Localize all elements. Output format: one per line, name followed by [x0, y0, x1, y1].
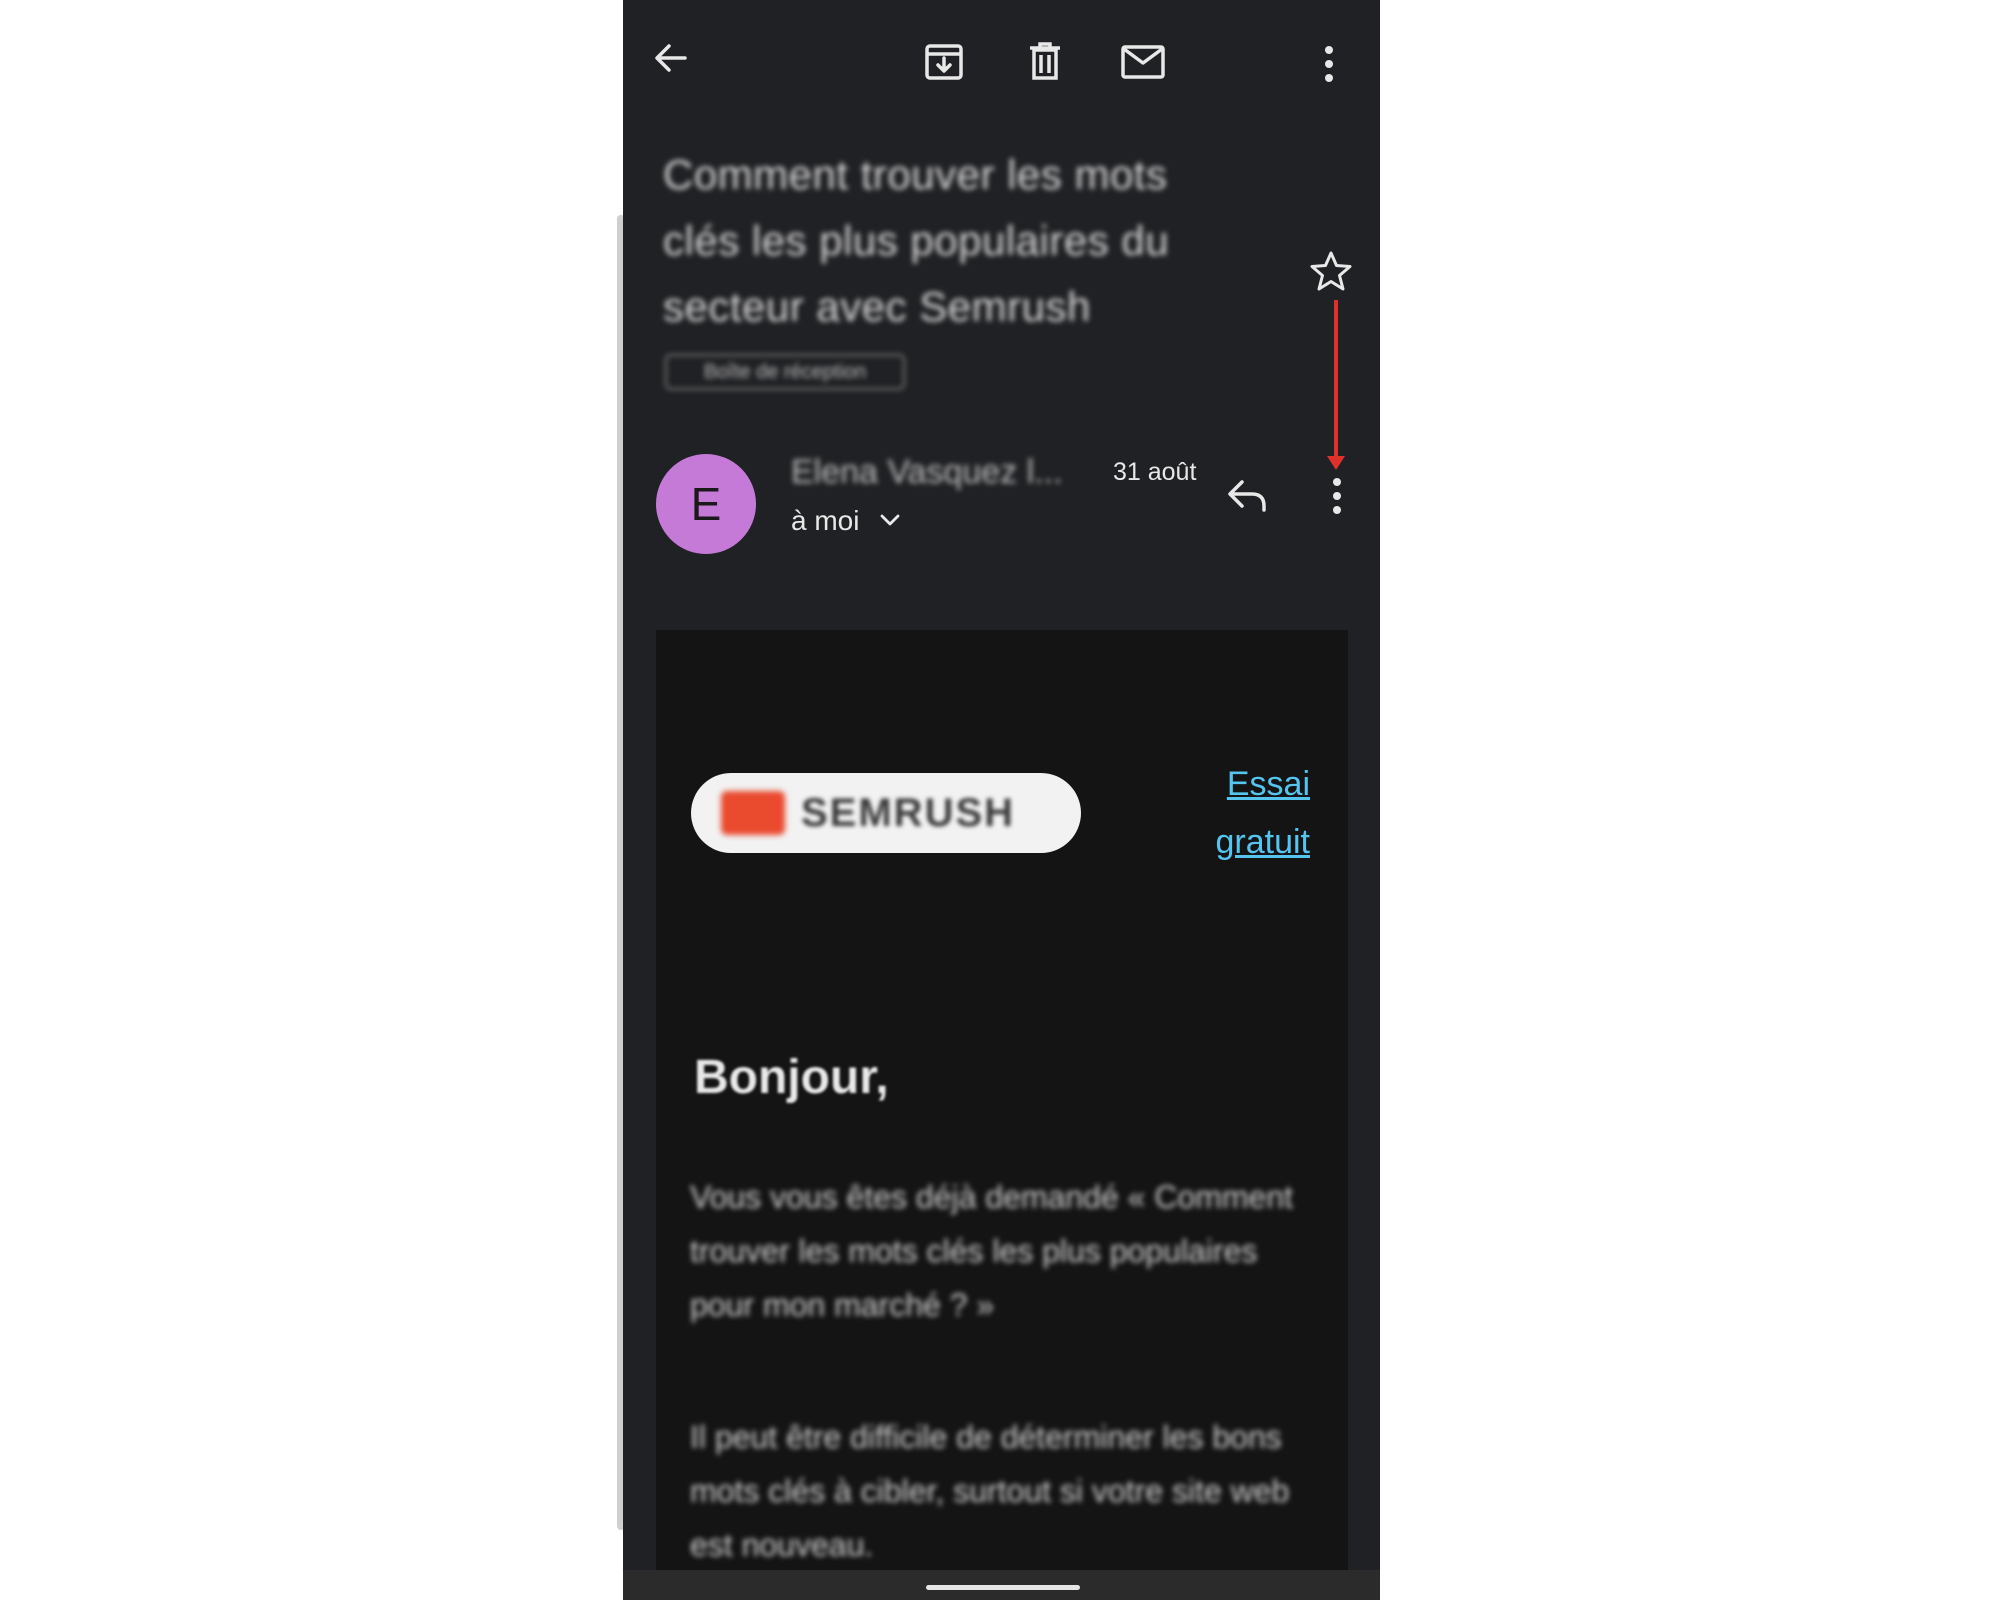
semrush-logo-icon: [721, 791, 785, 835]
mail-icon: [1121, 45, 1165, 79]
sender-avatar[interactable]: E: [656, 454, 756, 554]
semrush-logo-text: SEMRUSH: [801, 791, 1016, 835]
inbox-label-chip[interactable]: Boîte de réception: [665, 354, 905, 390]
star-button[interactable]: [1309, 250, 1353, 292]
body-paragraph-1: Vous vous êtes déjà demandé « Comment tr…: [690, 1179, 1294, 1323]
free-trial-line-1: Essai: [1226, 765, 1310, 803]
sender-more-button[interactable]: [1330, 476, 1344, 516]
reply-icon: [1228, 480, 1266, 512]
email-date: 31 août: [1113, 458, 1197, 486]
delete-button[interactable]: [1025, 40, 1065, 82]
home-indicator[interactable]: [926, 1585, 1080, 1590]
email-body: SEMRUSH Essai gratuit Bonjour, Vous vous…: [656, 630, 1348, 1570]
greeting: Bonjour,: [694, 1051, 889, 1104]
free-trial-line-2: gratuit: [1215, 823, 1311, 861]
recipient-toggle[interactable]: à moi: [791, 505, 859, 537]
body-paragraph-2: Il peut être difficile de déterminer les…: [690, 1419, 1290, 1563]
more-options-button[interactable]: [1322, 44, 1336, 84]
chevron-down-icon[interactable]: [879, 513, 901, 532]
annotation-arrow-head: [1327, 456, 1345, 470]
mark-unread-button[interactable]: [1120, 44, 1166, 80]
semrush-logo[interactable]: SEMRUSH: [691, 773, 1081, 853]
archive-icon: [925, 44, 963, 80]
archive-button[interactable]: [923, 40, 965, 82]
annotation-arrow-line: [1334, 300, 1338, 460]
email-screen: Comment trouver les mots clés les plus p…: [623, 0, 1380, 1600]
reply-button[interactable]: [1226, 478, 1270, 514]
email-subject: Comment trouver les mots clés les plus p…: [663, 151, 1170, 330]
free-trial-link[interactable]: Essai gratuit: [1216, 755, 1311, 871]
back-button[interactable]: [651, 38, 691, 78]
arrow-left-icon: [655, 44, 687, 72]
more-vertical-icon: [1333, 478, 1341, 514]
sender-name: Elena Vasquez l...: [791, 453, 1063, 491]
star-outline-icon: [1310, 251, 1352, 291]
trash-icon: [1030, 42, 1060, 80]
more-vertical-icon: [1325, 46, 1333, 82]
